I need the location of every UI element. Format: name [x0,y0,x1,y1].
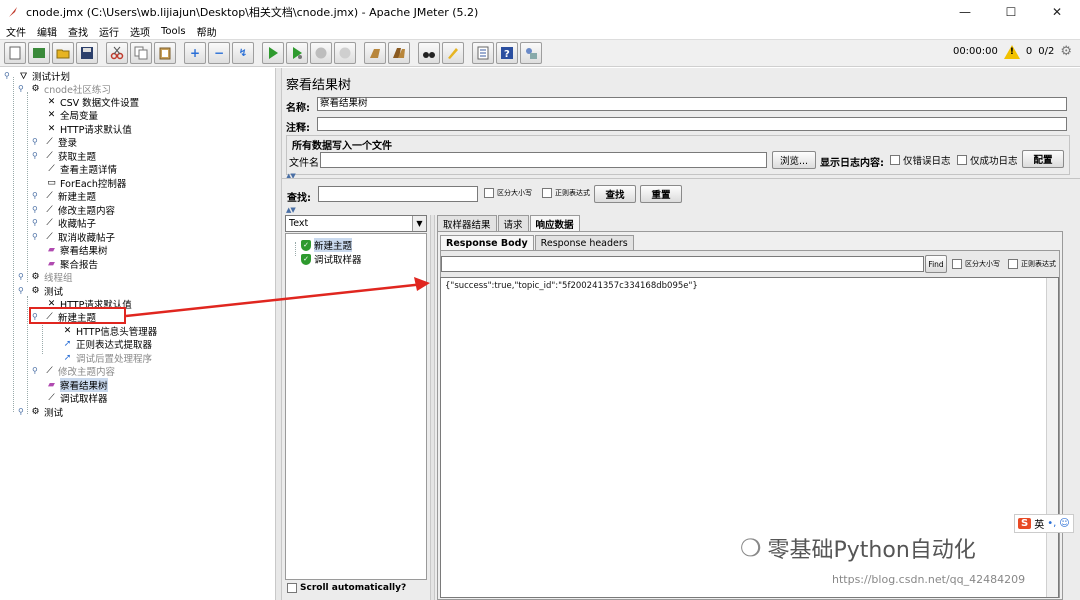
ime-mode-icon: •, [1047,518,1057,529]
ime-indicator[interactable]: S 英 •, ☺ [1014,514,1074,533]
wechat-icon: ❍ [740,534,762,562]
ime-emoji-icon: ☺ [1059,518,1070,529]
watermark: ❍ 零基础Python自动化 [740,534,976,563]
sogou-logo-icon: S [1018,518,1032,529]
watermark-url: https://blog.csdn.net/qq_42484209 [832,573,1026,586]
annotation-arrow [125,277,430,318]
